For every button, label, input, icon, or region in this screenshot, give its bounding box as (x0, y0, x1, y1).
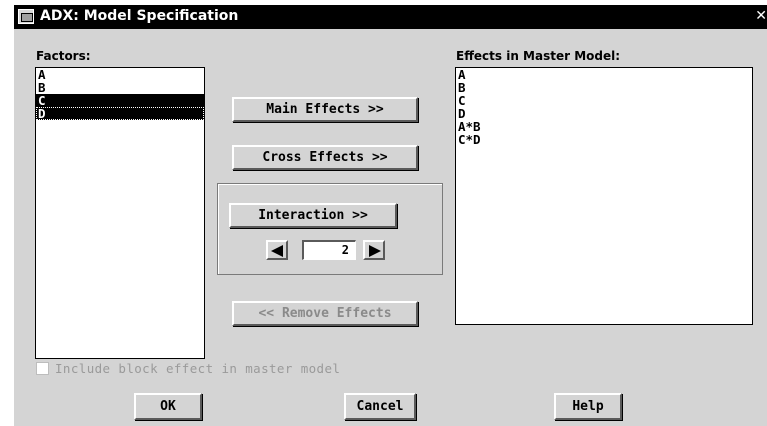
arrow-left-icon (271, 245, 283, 257)
cross-effects-label: Cross Effects >> (262, 150, 388, 165)
factor-item-b[interactable]: B (36, 81, 204, 94)
decrement-order-button[interactable] (266, 240, 288, 260)
effect-item[interactable]: C*D (456, 133, 752, 146)
cancel-label: Cancel (356, 399, 404, 414)
help-button[interactable]: Help (554, 393, 622, 420)
dialog-body: Factors: A B C D Main Effects >> Cross E… (14, 29, 767, 426)
ok-label: OK (160, 399, 176, 414)
effect-item[interactable]: A (456, 68, 752, 81)
effect-item[interactable]: A*B (456, 120, 752, 133)
window-title: ADX: Model Specification (40, 8, 239, 24)
cross-effects-button[interactable]: Cross Effects >> (232, 145, 418, 170)
interaction-group: Interaction >> 2 (217, 183, 443, 275)
title-bar[interactable]: ADX: Model Specification ✕ (14, 5, 767, 29)
effect-item[interactable]: C (456, 94, 752, 107)
interaction-order-field[interactable]: 2 (302, 240, 356, 260)
factor-item-c[interactable]: C (36, 94, 204, 107)
interaction-button[interactable]: Interaction >> (229, 203, 397, 228)
effects-label: Effects in Master Model: (456, 49, 621, 63)
effect-item[interactable]: B (456, 81, 752, 94)
remove-effects-label: << Remove Effects (258, 306, 392, 321)
help-label: Help (572, 399, 604, 414)
remove-effects-button[interactable]: << Remove Effects (232, 301, 418, 326)
ok-button[interactable]: OK (134, 393, 202, 420)
close-icon[interactable]: ✕ (755, 8, 767, 24)
effects-listbox[interactable]: A B C D A*B C*D (455, 67, 753, 325)
window-app-icon[interactable] (18, 9, 34, 24)
main-effects-label: Main Effects >> (266, 102, 384, 117)
arrow-right-icon (369, 245, 381, 257)
cancel-button[interactable]: Cancel (344, 393, 416, 420)
factor-item-a[interactable]: A (36, 68, 204, 81)
block-effect-label: Include block effect in master model (55, 361, 341, 376)
factors-listbox[interactable]: A B C D (35, 67, 205, 359)
dialog-window: ADX: Model Specification ✕ Factors: A B … (0, 0, 767, 426)
main-effects-button[interactable]: Main Effects >> (232, 97, 418, 122)
factors-label: Factors: (36, 49, 91, 63)
increment-order-button[interactable] (363, 240, 385, 260)
block-effect-checkbox[interactable] (36, 362, 49, 375)
interaction-label: Interaction >> (258, 208, 368, 223)
factor-item-d[interactable]: D (36, 107, 204, 120)
effect-item[interactable]: D (456, 107, 752, 120)
